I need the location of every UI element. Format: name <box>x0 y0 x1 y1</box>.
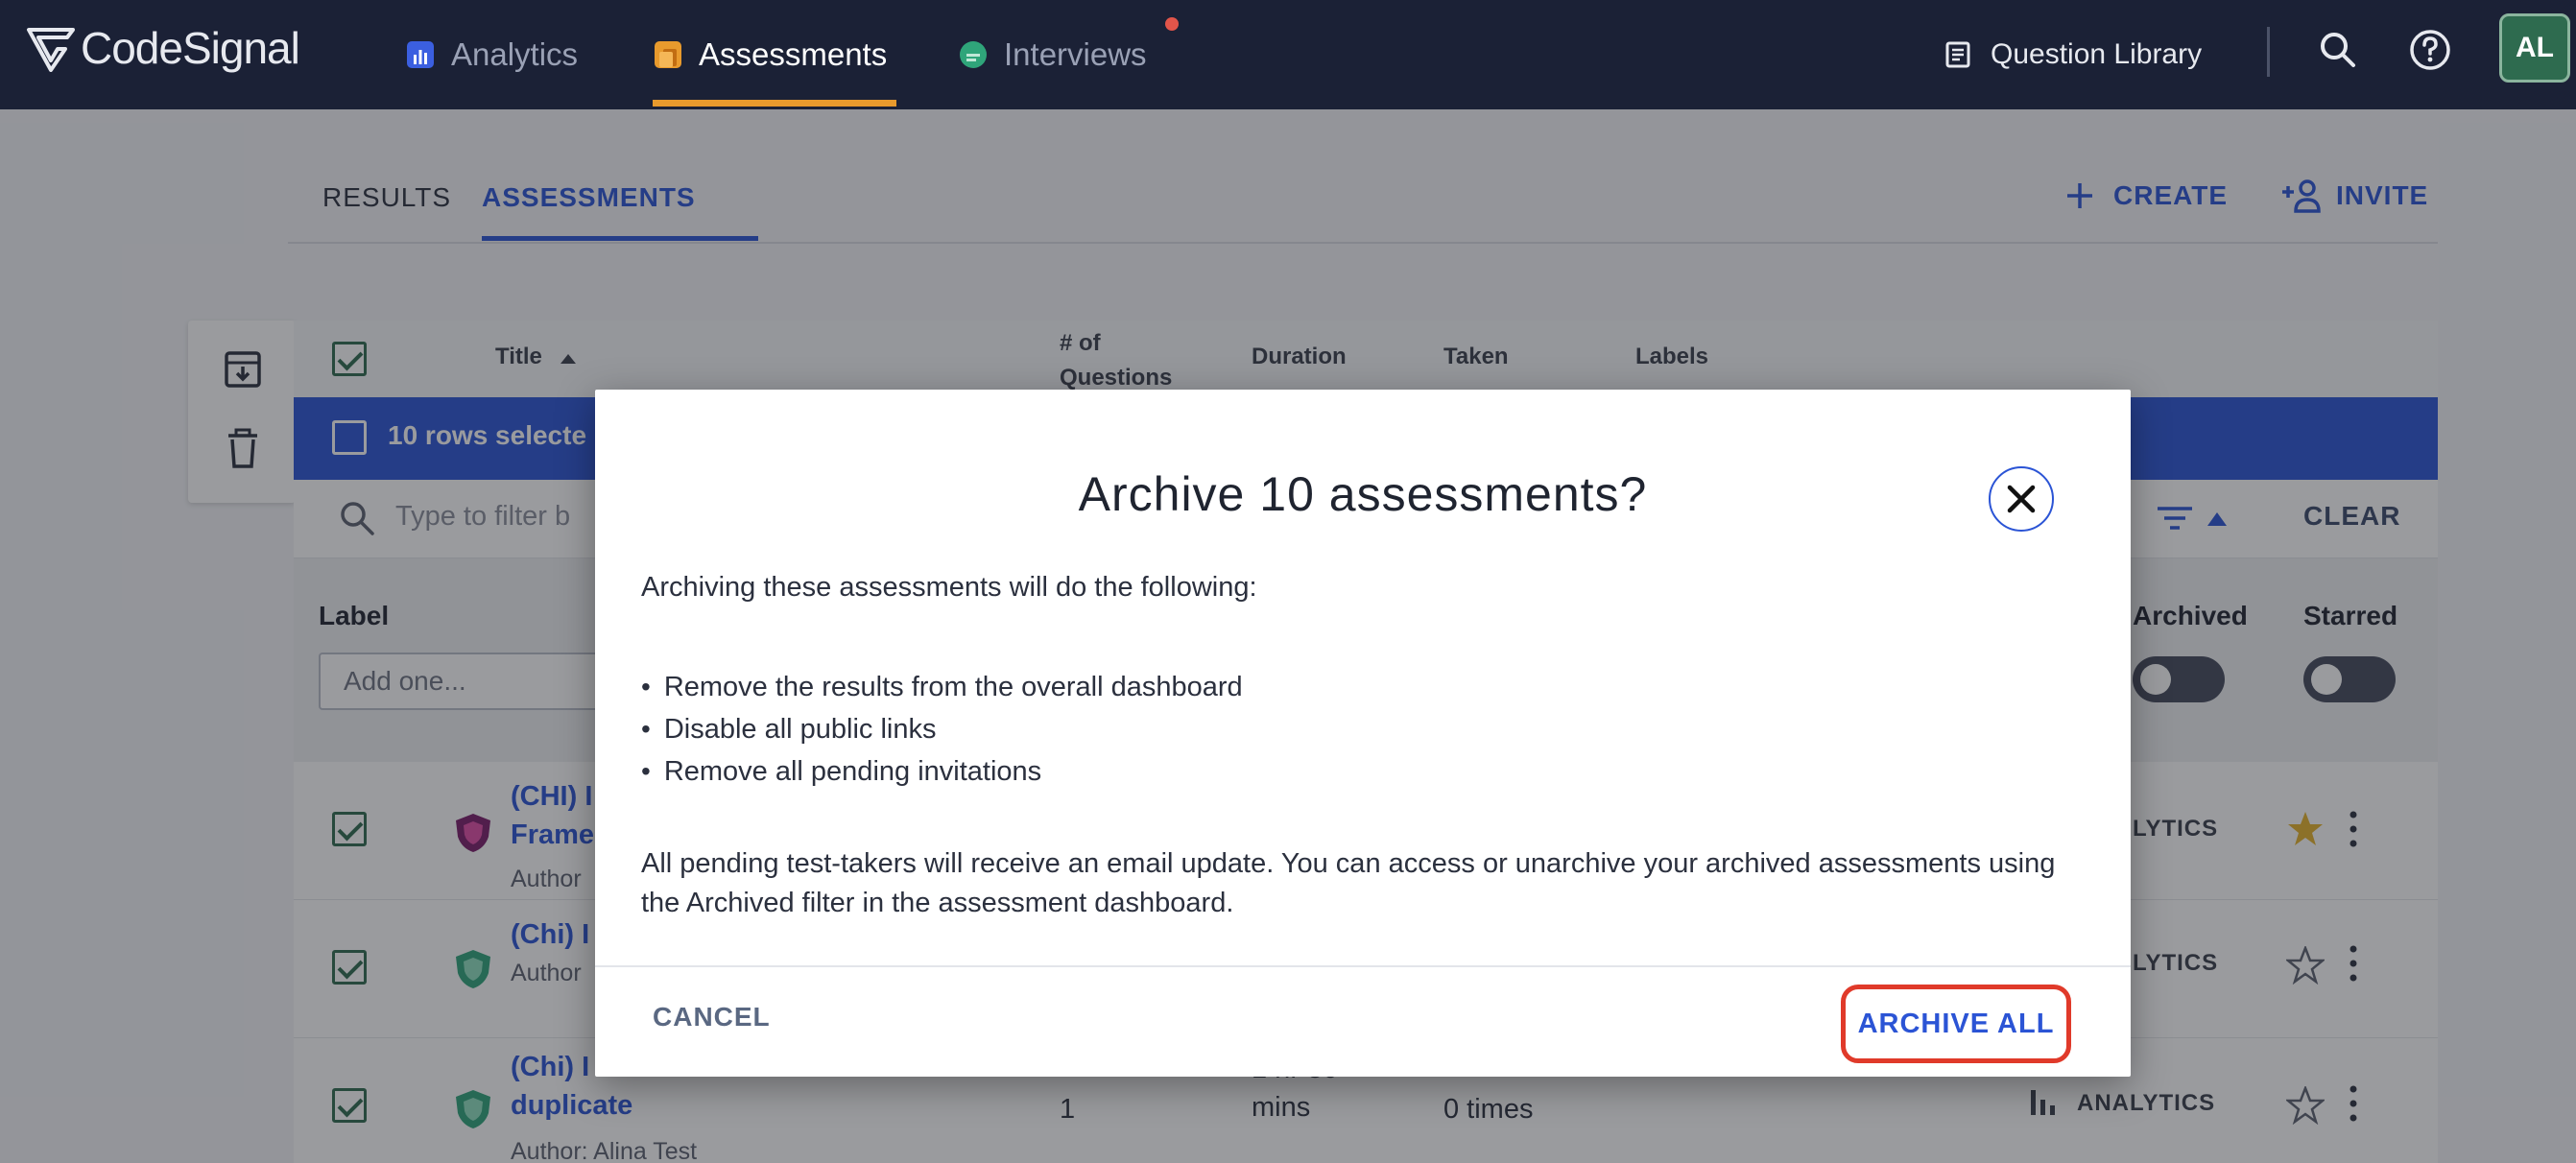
help-icon[interactable] <box>2407 27 2453 73</box>
analytics-icon <box>407 41 434 68</box>
codesignal-logo-icon <box>27 28 75 72</box>
dialog-note: All pending test-takers will receive an … <box>641 848 2056 918</box>
close-icon <box>2007 485 2036 513</box>
nav-assessments[interactable]: Assessments <box>655 0 887 109</box>
list-item: Remove the results from the overall dash… <box>641 666 1243 708</box>
nav-analytics-label: Analytics <box>451 36 579 72</box>
nav-divider <box>2267 27 2270 77</box>
book-icon <box>1945 41 1970 68</box>
question-library-label: Question Library <box>1991 38 2203 70</box>
dialog-title: Archive 10 assessments? <box>1078 467 1648 521</box>
close-button[interactable] <box>1989 466 2054 532</box>
list-item: Remove all pending invitations <box>641 750 1243 793</box>
dialog-footer: CANCEL ARCHIVE ALL <box>595 965 2131 1077</box>
top-nav: CodeSignal Analytics Assessments Intervi… <box>0 0 2576 109</box>
list-item: Disable all public links <box>641 708 1243 750</box>
brand-logo[interactable]: CodeSignal <box>25 21 300 75</box>
archive-dialog: Archive 10 assessments? Archiving these … <box>595 390 2131 1077</box>
nav-assessments-label: Assessments <box>699 36 888 72</box>
nav-active-underline <box>653 100 896 107</box>
nav-analytics[interactable]: Analytics <box>407 0 578 109</box>
notification-dot <box>1165 17 1179 31</box>
dialog-consequences-list: Remove the results from the overall dash… <box>641 666 1243 793</box>
interviews-icon <box>960 41 987 68</box>
question-library-link[interactable]: Question Library <box>1944 0 2202 109</box>
search-icon[interactable] <box>2315 27 2361 73</box>
avatar[interactable]: AL <box>2499 13 2570 83</box>
cancel-button[interactable]: CANCEL <box>653 1002 771 1032</box>
dialog-intro: Archiving these assessments will do the … <box>641 572 1257 603</box>
nav-interviews-label: Interviews <box>1004 36 1147 72</box>
brand-name: CodeSignal <box>81 23 300 73</box>
assessments-icon <box>655 41 681 68</box>
nav-interviews[interactable]: Interviews <box>960 0 1147 109</box>
archive-all-button[interactable]: ARCHIVE ALL <box>1841 985 2071 1063</box>
